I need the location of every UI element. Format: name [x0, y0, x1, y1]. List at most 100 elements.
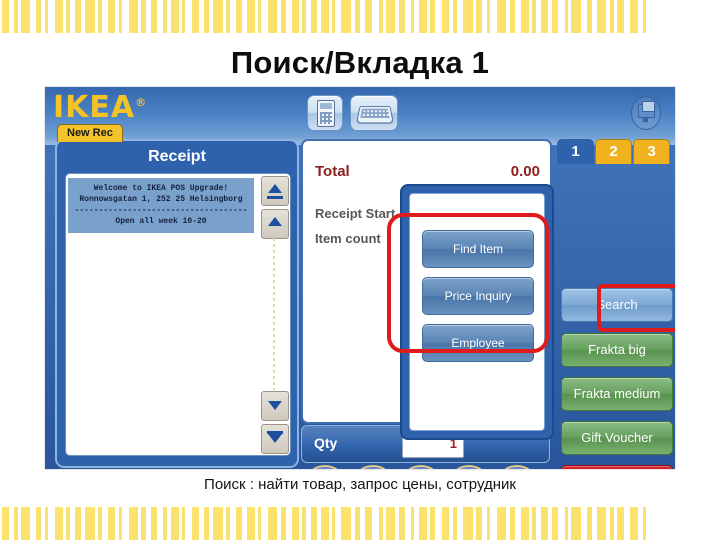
receipt-start-label: Receipt Start [315, 206, 396, 221]
scroll-track[interactable] [273, 238, 275, 390]
stripe [521, 0, 529, 33]
triangle-down-icon [268, 401, 282, 410]
stripe [597, 0, 606, 33]
stripe [321, 507, 329, 540]
stripe [541, 507, 548, 540]
triangle-down-icon [268, 434, 282, 443]
pos-application-window: IKEA® New Rec Receipt Welcome to IKEA PO… [45, 87, 675, 469]
calculator-button[interactable] [307, 95, 343, 131]
stripe [510, 0, 515, 33]
stripe [510, 507, 515, 540]
total-value: 0.00 [510, 163, 540, 180]
stripe [163, 0, 167, 33]
triangle-up-icon [268, 217, 282, 226]
sidebar-tab-3[interactable]: 3 [633, 139, 670, 164]
stripe [85, 0, 95, 33]
sidebar-frakta-big-button[interactable]: Frakta big [561, 333, 673, 367]
receipt-header-lines[interactable]: Welcome to IKEA POS Upgrade! Ronnowsgata… [68, 178, 254, 233]
find-item-button[interactable]: Find Item [422, 230, 534, 268]
stripe [386, 507, 395, 540]
scroll-page-down-button[interactable] [261, 424, 289, 454]
stripe [630, 0, 638, 33]
stripe [610, 0, 614, 33]
stripe [341, 507, 351, 540]
stripe [192, 0, 199, 33]
stripe [119, 0, 122, 33]
stripe [55, 507, 63, 540]
numeric-keypad[interactable] [301, 465, 548, 469]
stripe [610, 507, 614, 540]
stripe [108, 507, 115, 540]
receipt-scrollbar[interactable] [261, 176, 289, 454]
stripe [430, 507, 435, 540]
sidebar-search-button[interactable]: Search [561, 288, 673, 322]
sidebar-tab-2[interactable]: 2 [595, 139, 632, 164]
keyboard-button[interactable] [350, 95, 398, 131]
scroll-line-up-button[interactable] [261, 209, 289, 239]
stripe [292, 0, 299, 33]
stripe [399, 507, 405, 540]
stripe [192, 507, 199, 540]
stripe [292, 507, 299, 540]
stripe [204, 507, 209, 540]
stripe [171, 507, 179, 540]
stripe [75, 507, 81, 540]
stripe [379, 507, 383, 540]
stripe [532, 0, 536, 33]
stripe [204, 0, 209, 33]
stripe [268, 0, 277, 33]
stripe [497, 0, 506, 33]
keypad-key[interactable] [495, 465, 539, 469]
stripe [141, 0, 146, 33]
sidebar-corrections-button[interactable]: Corrections [561, 465, 673, 469]
stripe [236, 0, 242, 33]
stripe [151, 0, 157, 33]
price-inquiry-button[interactable]: Price Inquiry [422, 277, 534, 315]
sidebar-gift-voucher-button[interactable]: Gift Voucher [561, 421, 673, 455]
top-stripe-band [0, 0, 720, 33]
stripe [476, 507, 482, 540]
keypad-key[interactable] [351, 465, 395, 469]
stripe [236, 507, 242, 540]
stripe [182, 0, 185, 33]
scroll-page-up-button[interactable] [261, 176, 289, 206]
sidebar-tab-1[interactable]: 1 [557, 139, 594, 164]
stripe [442, 0, 449, 33]
stripe [487, 507, 490, 540]
keypad-key[interactable] [447, 465, 491, 469]
receipt-line: Open all week 10-20 [115, 217, 207, 226]
monitor-icon[interactable] [631, 96, 661, 130]
receipt-panel-title: Receipt [148, 148, 206, 165]
stripe [565, 507, 568, 540]
keypad-key[interactable] [303, 465, 347, 469]
scroll-line-down-button[interactable] [261, 391, 289, 421]
item-count-label: Item count [315, 231, 381, 246]
total-label: Total [315, 163, 350, 180]
stripe [463, 507, 473, 540]
stripe [476, 0, 482, 33]
keypad-key[interactable] [399, 465, 443, 469]
stripe [571, 0, 581, 33]
stripe [552, 0, 558, 33]
stripe [247, 507, 255, 540]
stripe [163, 507, 167, 540]
employee-button[interactable]: Employee [422, 324, 534, 362]
sidebar-frakta-medium-button[interactable]: Frakta medium [561, 377, 673, 411]
stripe [75, 0, 81, 33]
stripe [419, 0, 427, 33]
monitor-screen-front-shape [642, 101, 655, 112]
stripe [45, 507, 48, 540]
stripe [332, 507, 335, 540]
stripe [2, 0, 9, 33]
page-title: Поиск/Вкладка 1 [230, 45, 490, 80]
stripe [617, 0, 624, 33]
stripe [565, 0, 568, 33]
receipt-list[interactable]: Welcome to IKEA POS Upgrade! Ronnowsgata… [65, 173, 291, 456]
stripe [129, 507, 138, 540]
stripe [258, 507, 261, 540]
bottom-stripe-band [0, 507, 720, 540]
registered-mark: ® [135, 96, 148, 109]
new-receipt-tab[interactable]: New Rec [57, 124, 123, 142]
stripe [226, 0, 230, 33]
stripe [532, 507, 536, 540]
